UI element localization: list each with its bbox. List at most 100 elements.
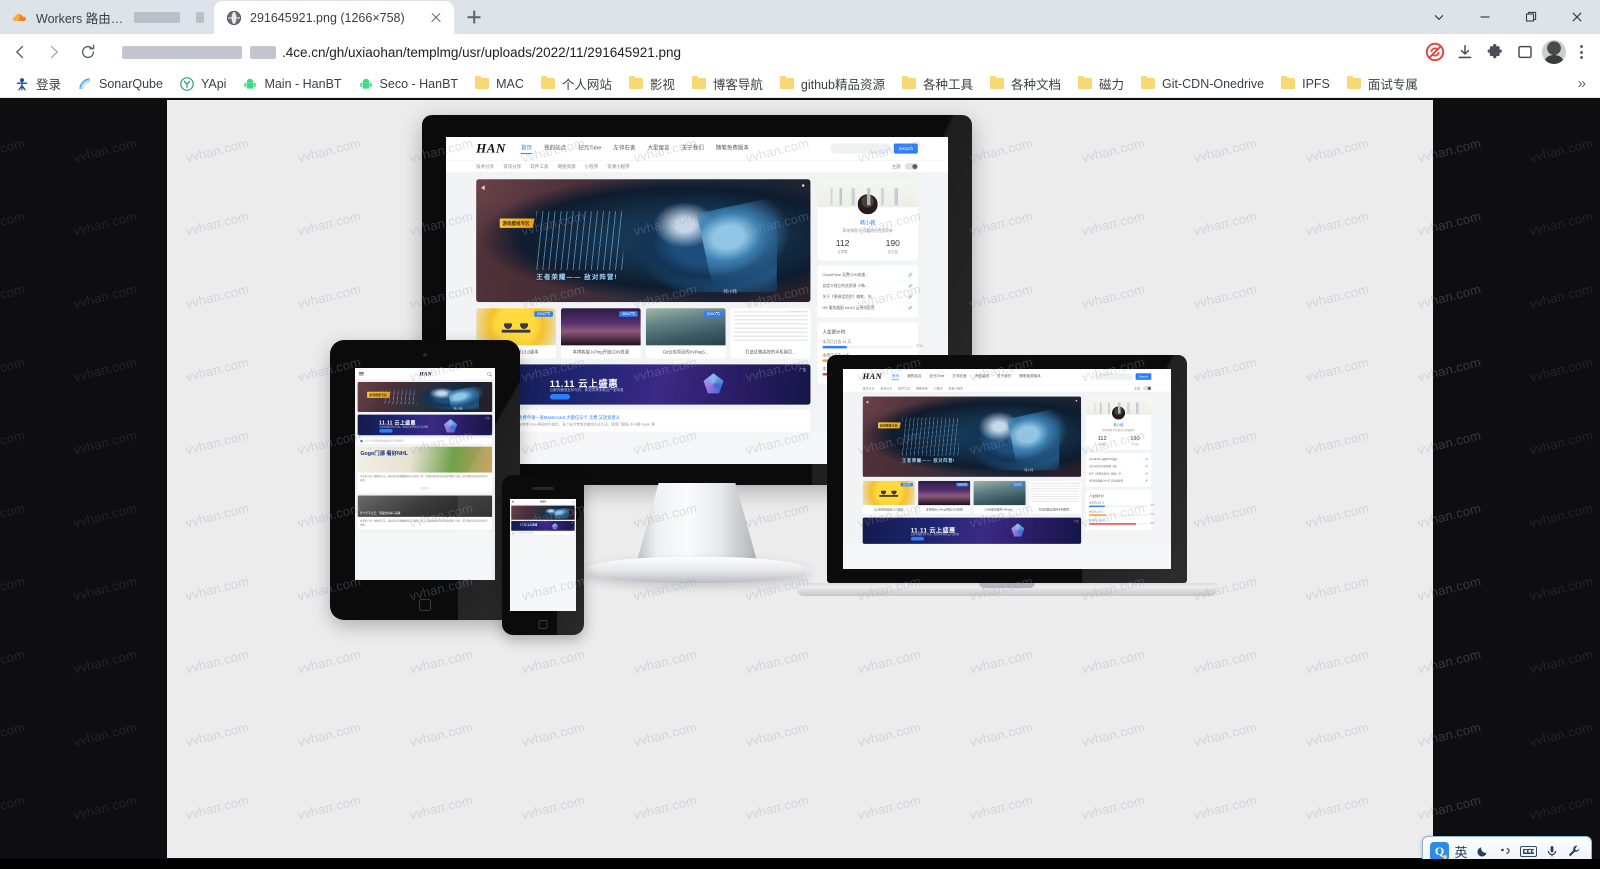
hamburger-menu-icon[interactable] xyxy=(511,500,515,503)
site-search-input[interactable] xyxy=(830,143,891,154)
search-icon[interactable] xyxy=(487,371,491,376)
tablet-home-button[interactable] xyxy=(419,599,431,611)
viewed-image[interactable]: HAN 首页 我的站点 纪元Time 左邻右舍 大型留言 关于我们 随笔免费版本 xyxy=(167,100,1433,858)
bookmarks-overflow-button[interactable]: » xyxy=(1570,73,1594,94)
site-menu-item[interactable]: 我的站点 xyxy=(544,143,566,154)
sidebar-link[interactable]: HB 服务器配 win10 云系统配置 🔗 xyxy=(823,303,913,314)
forward-arrow-icon[interactable] xyxy=(38,36,70,68)
article-card[interactable]: Gogo门源 看好NHL 本文将介绍一种新的方法，通过结合多种数据源与自动化工具… xyxy=(357,446,493,493)
card-item[interactable]: 3200℃ Git仓库项目的VvPaaS... xyxy=(973,480,1026,514)
reload-icon[interactable] xyxy=(72,36,104,68)
article-card[interactable]: 扩十字军之王：圣殿的纷争与荣耀 本文将介绍一种新的方法，通过结合多种数据源与自动… xyxy=(357,495,493,530)
site-search-input[interactable] xyxy=(1094,373,1134,380)
site-theme-toggle[interactable]: 主题 xyxy=(892,163,918,170)
subscribe-bar[interactable]: 公众号扫码随时随地阅读文章资源推荐 xyxy=(511,531,575,535)
sidepanel-icon[interactable] xyxy=(1512,39,1538,65)
bookmark-item[interactable]: Seco - HanBT xyxy=(350,73,467,95)
promo-button[interactable] xyxy=(910,536,924,541)
bookmark-folder[interactable]: 个人网站 xyxy=(532,71,620,96)
site-subnav-item[interactable]: 小程序 xyxy=(585,163,599,170)
hamburger-menu-icon[interactable] xyxy=(358,371,364,376)
site-subnav-item[interactable]: 软件工具 xyxy=(530,163,548,170)
site-menu-item[interactable]: 左邻右舍 xyxy=(952,373,966,380)
bookmark-item[interactable]: SonarQube xyxy=(69,73,171,95)
new-tab-button[interactable] xyxy=(460,3,488,31)
bookmark-folder[interactable]: 各种工具 xyxy=(893,71,981,96)
site-menu-item[interactable]: 随笔免费版本 xyxy=(716,143,749,154)
site-menu-item[interactable]: 首页 xyxy=(891,373,900,380)
promo-banner[interactable]: 11.11 云上盛惠 云服务器低至年付价，新老同享多款云产品特惠 广告 xyxy=(862,517,1082,544)
bookmark-folder[interactable]: 各种文档 xyxy=(981,71,1069,96)
promo-banner[interactable]: 11.11 云上盛惠 云服务器低至年付价，新老同享多款云产品特惠 广告 xyxy=(357,414,493,436)
download-icon[interactable] xyxy=(1452,39,1478,65)
tab-workers[interactable]: Workers 路由 | 4ce.cn xyxy=(0,1,214,34)
site-subnav-item[interactable]: 资源小程序 xyxy=(607,163,630,170)
site-menu-item[interactable]: 大型留言 xyxy=(975,373,989,380)
sidebar-link[interactable]: 关于《黑神话悟空》随笔，关... 🔗 xyxy=(822,292,913,303)
hero-prev-icon[interactable] xyxy=(865,400,869,404)
bookmark-item[interactable]: 登录 xyxy=(6,71,69,96)
hero-prev-icon[interactable] xyxy=(481,185,485,191)
site-search-button[interactable]: Search xyxy=(1135,373,1152,380)
bookmark-folder[interactable]: 磁力 xyxy=(1069,71,1132,96)
address-bar[interactable]: .4ce.cn/gh/uxiaohan/templmg/usr/uploads/… xyxy=(112,38,1414,66)
card-item[interactable]: 5700℃ 打造优雅高效的手机网页... xyxy=(1028,480,1082,514)
extensions-puzzle-icon[interactable] xyxy=(1482,39,1508,65)
card-item[interactable]: 3200℃ Git仓库项目的VvPaaS... xyxy=(645,308,726,359)
card-item[interactable]: 3500℃ 本博客接入Ping开放CDN资源 xyxy=(918,480,971,514)
promo-banner[interactable]: 11.11 云上盛惠 云服务器低至年付价，新老同享多款云产品特惠 广告 xyxy=(476,364,811,405)
hero-banner[interactable]: 游戏壁纸专区 王者荣耀—— 敌对阵营! 韩小韩 xyxy=(862,396,1082,477)
site-menu-item[interactable]: 纪元Time xyxy=(929,373,944,380)
site-subnav-item[interactable]: 网络资源 xyxy=(557,163,575,170)
site-theme-toggle[interactable]: 主题 xyxy=(1134,386,1152,391)
card-item[interactable]: 5700℃ 打造优雅高效的手机网页... xyxy=(730,308,811,359)
site-subnav-item[interactable]: 技术分享 xyxy=(476,163,494,170)
search-icon[interactable] xyxy=(572,500,575,503)
bookmark-folder[interactable]: MAC xyxy=(466,73,532,95)
phone-home-button[interactable] xyxy=(538,620,548,629)
profile-avatar[interactable] xyxy=(1542,40,1566,64)
bookmark-item[interactable]: YApi xyxy=(171,73,234,95)
site-menu-item[interactable]: 关于我们 xyxy=(682,143,704,154)
hero-banner[interactable]: 游戏壁纸专区 韩小韩 xyxy=(357,381,493,412)
close-window-button[interactable] xyxy=(1554,0,1600,34)
sidebar-link[interactable]: CloudFlare 无费CDN加速... 🔗 xyxy=(822,270,913,281)
read-more-link[interactable]: 阅读全文 xyxy=(358,485,493,493)
bookmark-folder[interactable]: 博客导航 xyxy=(683,71,771,96)
minimize-button[interactable] xyxy=(1462,0,1508,34)
tab-image[interactable]: 291645921.png (1266×758) xyxy=(214,1,454,34)
toggle-switch[interactable] xyxy=(1142,386,1152,391)
promo-button[interactable] xyxy=(379,429,393,433)
site-menu-item[interactable]: 纪元Time xyxy=(578,143,601,154)
close-tab-icon[interactable] xyxy=(428,10,444,26)
toggle-switch[interactable] xyxy=(904,163,918,170)
sidebar-link[interactable]: 自定义独立的优质源 小韩... 🔗 xyxy=(822,281,913,292)
site-subnav-item[interactable]: 网络资源 xyxy=(916,386,928,390)
bookmark-folder[interactable]: 面试专属 xyxy=(1338,71,1426,96)
sidebar-link[interactable]: HB 服务器配 win10 云系统配置 🔗 xyxy=(1089,477,1148,484)
sidebar-link[interactable]: 自定义独立的优质源 小韩... 🔗 xyxy=(1089,463,1149,471)
article-list-row[interactable]: 免费申请一张Mastercard 大额信记卡 无费 又放宽意义 支持绑 Visa… xyxy=(476,409,811,432)
maximize-restore-button[interactable] xyxy=(1508,0,1554,34)
promo-banner[interactable]: 11.11 云上盛惠 广告 xyxy=(511,520,575,531)
site-search-button[interactable]: Search xyxy=(893,143,918,154)
ime-logo-icon[interactable]: Q xyxy=(1430,841,1449,861)
site-menu-item[interactable]: 随笔免费版本 xyxy=(1019,373,1041,380)
sidebar-link[interactable]: CloudFlare 无费CDN加速... 🔗 xyxy=(1089,456,1149,463)
site-subnav-item[interactable]: 小程序 xyxy=(934,386,943,390)
site-subnav-item[interactable]: 资讯分享 xyxy=(503,163,521,170)
bookmark-folder[interactable]: 影视 xyxy=(620,71,683,96)
bookmark-item[interactable]: Main - HanBT xyxy=(234,73,349,95)
card-item[interactable]: 2500℃ QQ表情包最新13.0版本 xyxy=(862,480,915,514)
site-menu-item[interactable]: 首页 xyxy=(520,143,533,154)
site-menu-item[interactable]: 我的站点 xyxy=(907,373,921,380)
sidebar-link[interactable]: 关于《黑神话悟空》随笔，关... 🔗 xyxy=(1089,470,1149,478)
site-menu-item[interactable]: 左邻右舍 xyxy=(613,143,635,154)
hero-banner[interactable]: 游戏壁纸专区 王者荣耀—— 敌对阵营! 韩小韩 xyxy=(476,179,811,303)
site-subnav-item[interactable]: 软件工具 xyxy=(898,386,910,390)
promo-button[interactable] xyxy=(549,394,570,400)
site-menu-item[interactable]: 关于我们 xyxy=(997,373,1011,380)
site-subnav-item[interactable]: 资源小程序 xyxy=(948,386,963,390)
bookmark-folder[interactable]: github精品资源 xyxy=(771,71,893,96)
card-item[interactable]: 3500℃ 本博客接入Ping开放CDN资源 xyxy=(560,308,641,359)
